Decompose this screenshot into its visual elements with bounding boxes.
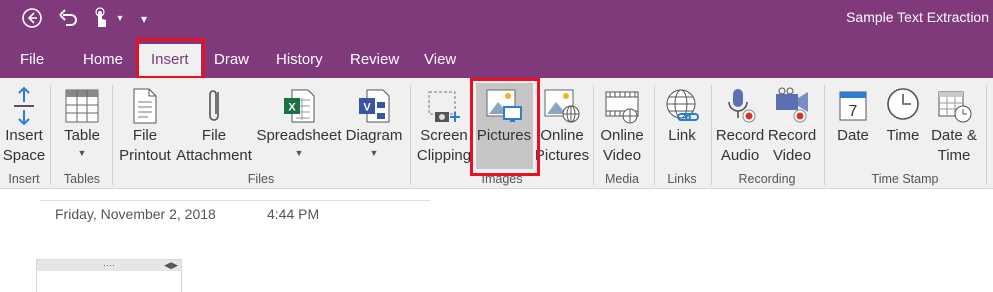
- file-printout-icon: [133, 88, 157, 124]
- table-dropdown-arrow: ▼: [77, 148, 87, 158]
- video-film-icon: [605, 91, 639, 124]
- container-move-handle[interactable]: ···· ◀▶: [37, 260, 181, 271]
- date-time-label-2: Time: [937, 147, 971, 164]
- insert-space-button[interactable]: Insert Space: [2, 86, 46, 166]
- date-time-button[interactable]: Date & Time: [926, 86, 982, 166]
- link-globe-icon: [666, 89, 699, 121]
- screen-clipping-label-1: Screen: [420, 127, 468, 144]
- record-video-label-2: Video: [772, 147, 812, 164]
- online-video-button[interactable]: Online Video: [595, 86, 649, 166]
- screen-clipping-icon: [428, 91, 460, 122]
- svg-text:V: V: [363, 102, 371, 114]
- file-printout-button[interactable]: File Printout: [116, 86, 174, 166]
- note-container[interactable]: ···· ◀▶: [36, 259, 182, 292]
- insert-tab-highlight: [136, 38, 205, 79]
- back-button[interactable]: [20, 7, 44, 31]
- link-button[interactable]: Link: [658, 86, 706, 146]
- file-printout-label-1: File: [132, 127, 158, 144]
- separator: [112, 85, 113, 185]
- clock-icon: [887, 88, 919, 120]
- record-audio-button[interactable]: Record Audio: [714, 86, 766, 166]
- table-label: Table: [64, 127, 100, 144]
- touch-mode-button[interactable]: [88, 7, 112, 31]
- online-video-label-2: Video: [602, 147, 642, 164]
- online-pictures-label-1: Online: [540, 127, 584, 144]
- date-button[interactable]: 7 Date: [830, 86, 876, 146]
- container-resize-arrows-icon[interactable]: ◀▶: [164, 260, 178, 271]
- record-audio-label-1: Record: [715, 127, 765, 144]
- table-icon: [65, 89, 99, 123]
- separator: [593, 85, 594, 185]
- insert-space-label-2: Space: [2, 147, 46, 164]
- tab-file[interactable]: File: [20, 50, 44, 70]
- insert-space-icon: [14, 86, 34, 126]
- visio-diagram-icon: V: [359, 89, 390, 123]
- insert-space-label-1: Insert: [5, 127, 43, 144]
- separator: [986, 85, 987, 185]
- file-attachment-label-1: File: [201, 127, 227, 144]
- diagram-label: Diagram: [345, 127, 403, 144]
- record-audio-label-2: Audio: [720, 147, 760, 164]
- time-label: Time: [886, 127, 920, 144]
- group-media: Media: [604, 172, 640, 186]
- date-time-label-1: Date &: [931, 127, 977, 144]
- separator: [824, 85, 825, 185]
- group-time-stamp: Time Stamp: [871, 172, 939, 186]
- group-files: Files: [247, 172, 275, 186]
- touch-mode-icon: [95, 7, 106, 27]
- page-date: Friday, November 2, 2018: [55, 206, 216, 222]
- customize-quick-access[interactable]: ▾: [138, 7, 150, 31]
- online-pictures-button[interactable]: Online Pictures: [534, 86, 590, 166]
- paperclip-icon: [209, 90, 219, 121]
- spreadsheet-button[interactable]: X Spreadsheet ▼: [256, 86, 342, 158]
- touch-mode-dropdown[interactable]: ▾: [114, 7, 126, 31]
- record-video-button[interactable]: Record Video: [766, 86, 818, 166]
- separator: [50, 85, 51, 185]
- separator: [654, 85, 655, 185]
- file-attachment-button[interactable]: File Attachment: [174, 86, 254, 166]
- table-button[interactable]: Table ▼: [58, 86, 106, 158]
- back-circle-icon: [22, 8, 42, 28]
- svg-text:7: 7: [849, 103, 858, 120]
- page-title-underline: [40, 200, 430, 201]
- link-label: Link: [668, 127, 696, 144]
- tab-home[interactable]: Home: [83, 50, 123, 70]
- calendar-icon: 7: [839, 91, 867, 121]
- tab-view[interactable]: View: [424, 50, 456, 70]
- tab-review[interactable]: Review: [350, 50, 399, 70]
- page-time: 4:44 PM: [267, 206, 320, 222]
- date-label: Date: [837, 127, 869, 144]
- svg-text:X: X: [288, 102, 296, 114]
- tab-draw[interactable]: Draw: [214, 50, 249, 70]
- window-title: Sample Text Extraction: [846, 9, 989, 25]
- excel-spreadsheet-icon: X: [284, 89, 315, 123]
- file-attachment-label-2: Attachment: [176, 147, 252, 164]
- undo-button[interactable]: [56, 7, 80, 31]
- undo-icon: [59, 9, 77, 26]
- separator: [711, 85, 712, 185]
- spreadsheet-dropdown-arrow: ▼: [294, 148, 304, 158]
- video-camera-icon: [776, 87, 808, 123]
- time-button[interactable]: Time: [880, 86, 926, 146]
- pictures-highlight: [470, 78, 540, 176]
- date-time-icon: [938, 91, 972, 123]
- file-printout-label-2: Printout: [119, 147, 171, 164]
- screen-clipping-button[interactable]: Screen Clipping: [414, 86, 474, 166]
- screen-clipping-label-2: Clipping: [416, 147, 472, 164]
- online-pictures-label-2: Pictures: [534, 147, 590, 164]
- microphone-icon: [728, 89, 756, 123]
- online-pictures-icon: [544, 89, 580, 123]
- container-handle-dots: ····: [103, 260, 115, 270]
- separator: [410, 85, 411, 185]
- diagram-button[interactable]: V Diagram ▼: [343, 86, 405, 158]
- record-video-label-1: Record: [767, 127, 817, 144]
- tab-history[interactable]: History: [276, 50, 323, 70]
- group-tables: Tables: [63, 172, 101, 186]
- online-video-label-1: Online: [600, 127, 644, 144]
- diagram-dropdown-arrow: ▼: [369, 148, 379, 158]
- group-insert: Insert: [8, 172, 40, 186]
- group-links: Links: [667, 172, 697, 186]
- spreadsheet-label: Spreadsheet: [256, 127, 342, 144]
- group-recording: Recording: [738, 172, 796, 186]
